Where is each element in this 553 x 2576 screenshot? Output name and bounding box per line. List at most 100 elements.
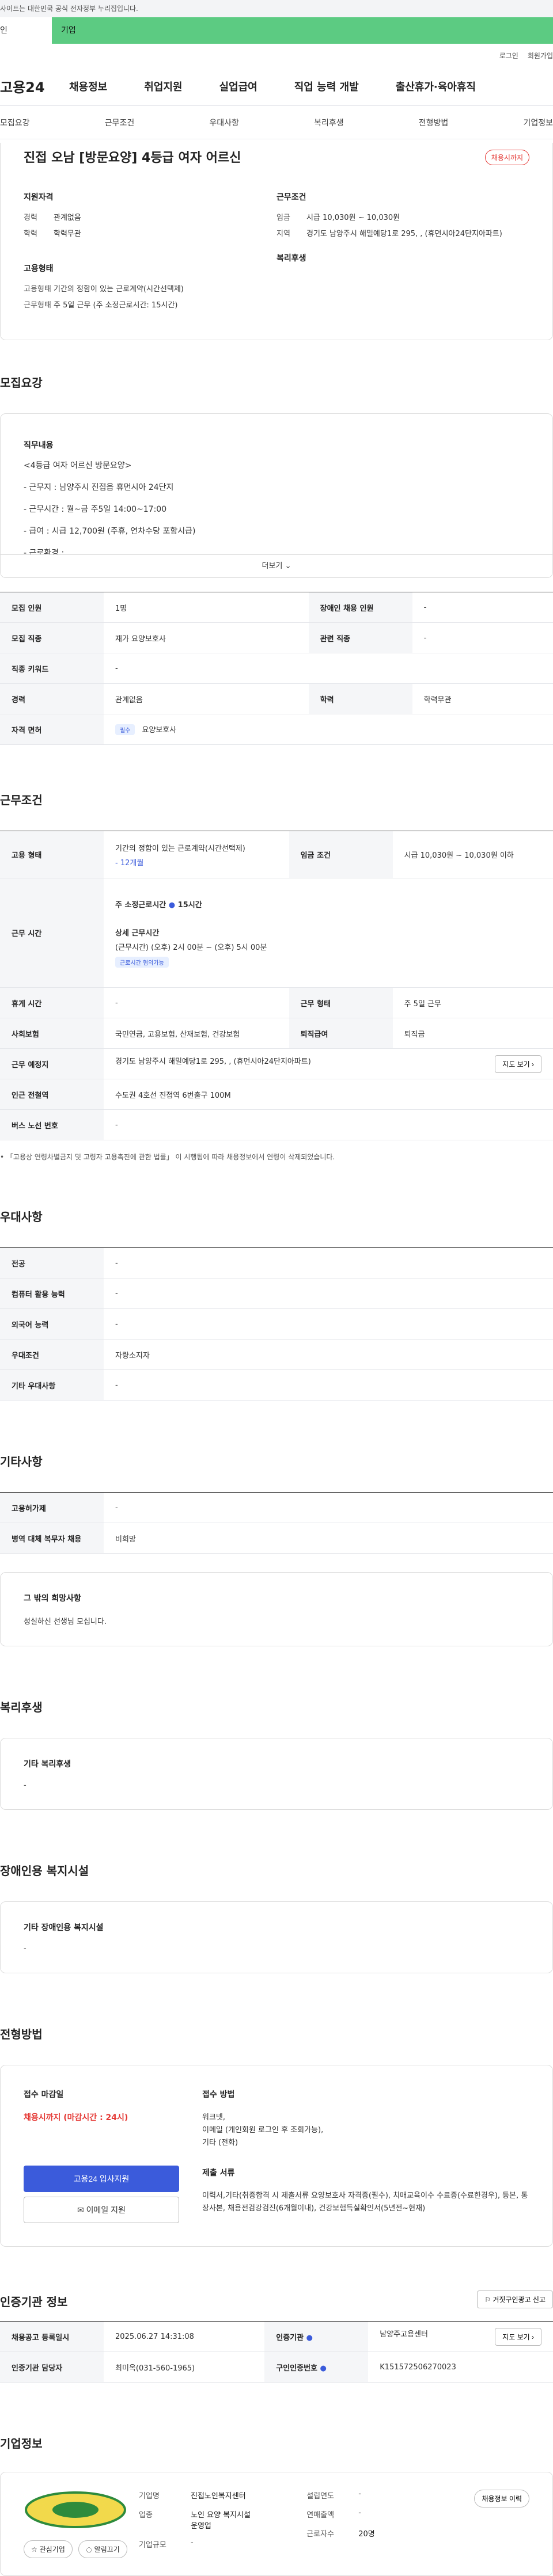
row-label: 버스 노선 번호 bbox=[0, 1109, 104, 1140]
gov-notice-text: 사이트는 대한민국 공식 전자정부 누리집입니다. bbox=[0, 5, 138, 13]
favorite-company-button[interactable]: ☆ 관심기업 bbox=[24, 2540, 73, 2558]
chevron-down-icon: ⌄ bbox=[285, 562, 291, 570]
gnb-jobs[interactable]: 채용정보 bbox=[69, 79, 107, 94]
gnb-parental-leave[interactable]: 출산휴가·육아휴직 bbox=[396, 79, 476, 94]
row-label: 병역 대체 복무자 채용 bbox=[0, 1523, 104, 1554]
utility-menu: 로그인 회원가입 bbox=[0, 44, 553, 67]
emp-title: 고용형태 bbox=[24, 264, 54, 273]
join-link[interactable]: 회원가입 bbox=[528, 51, 553, 60]
table-row: 근무 예정지 경기도 남양주시 해밀예당1로 295, , (휴먼시아24단지아파… bbox=[0, 1048, 553, 1079]
gnb-employment-support[interactable]: 취업지원 bbox=[144, 79, 182, 94]
row-label: 외국어 능력 bbox=[0, 1308, 104, 1340]
license-value: 요양보호사 bbox=[142, 726, 177, 735]
hours-detail-title: 상세 근무시간 bbox=[115, 929, 160, 938]
etc-wish-value: 성실하신 선생님 모십니다. bbox=[24, 1618, 107, 1626]
recruit-table: 모집 인원 1명 장애인 채용 인원 - 모집 직종 재가 요양보호사 관련 직종 - 직종… bbox=[0, 592, 553, 745]
row-label: 전공 bbox=[0, 1247, 104, 1279]
row-value: 관계없음 bbox=[104, 683, 309, 714]
row-value: 국민연금, 고용보험, 산재보험, 건강보험 bbox=[104, 1018, 289, 1049]
disab-box: 기타 장애인용 복지시설 - bbox=[0, 1901, 553, 1973]
row-label: 컴퓨터 활용 능력 bbox=[0, 1278, 104, 1309]
row-label: 자격 면허 bbox=[0, 714, 104, 745]
info-icon[interactable]: ● bbox=[169, 901, 175, 910]
method-line: 이메일 (개인회원 로그인 후 조회가능), bbox=[202, 2126, 324, 2134]
chevron-right-icon: › bbox=[532, 2333, 534, 2341]
table-row: 전공 - bbox=[0, 1247, 553, 1279]
row-label: 인증기관 담당자 bbox=[0, 2351, 104, 2383]
cert-map-button[interactable]: 지도 보기 › bbox=[495, 2327, 541, 2346]
row-value: - bbox=[104, 1308, 553, 1340]
cond-region-value: 경기도 남양주시 해밀예당1로 295, , (휴먼시아24단지아파트) bbox=[306, 230, 502, 238]
company-name-label: 기업명 bbox=[139, 2492, 160, 2501]
row-value: - bbox=[104, 1247, 553, 1279]
age-notice: • 「고용상 연령차별금지 및 고령자 고용촉진에 관한 법률」 이 시행됨에 … bbox=[0, 1153, 335, 1161]
table-row: 병역 대체 복무자 채용 비희망 bbox=[0, 1523, 553, 1554]
row-value: 자량소지자 bbox=[104, 1339, 553, 1370]
anchor-work[interactable]: 근무조건 bbox=[105, 117, 135, 128]
etc-wish-box: 그 밖의 희망사항 성실하신 선생님 모십니다. bbox=[0, 1572, 553, 1646]
info-icon[interactable]: ● bbox=[320, 2364, 327, 2373]
map-view-button[interactable]: 지도 보기 › bbox=[495, 1055, 541, 1073]
email-apply-button[interactable]: ✉ 이메일 지원 bbox=[24, 2197, 179, 2223]
table-row: 버스 노선 번호 - bbox=[0, 1109, 553, 1140]
disab-section-title: 장애인용 복지시설 bbox=[0, 1864, 89, 1878]
table-row: 인증기관 담당자 최미옥(031-560-1965) 구인인증번호 ● K151572… bbox=[0, 2351, 553, 2383]
method-line: 워크넷, bbox=[202, 2113, 226, 2122]
welfare-box: 기타 복리후생 - bbox=[0, 1738, 553, 1810]
row-label: 구인인증번호 ● bbox=[264, 2351, 369, 2383]
apply-button[interactable]: 고용24 입사지원 bbox=[24, 2166, 179, 2192]
row-value: 퇴직금 bbox=[392, 1018, 553, 1049]
table-row: 기타 우대사항 - bbox=[0, 1369, 553, 1401]
emp-form-value: 주 5일 근무 (주 소정근로시간: 15시간) bbox=[54, 301, 178, 310]
emp-form-label: 근무형태 bbox=[24, 301, 51, 310]
gnb-unemployment-benefit[interactable]: 실업급여 bbox=[219, 79, 257, 94]
table-row: 자격 면허 필수 요양보호사 bbox=[0, 714, 553, 745]
row-label: 모집 직종 bbox=[0, 622, 104, 653]
company-sales-value: - bbox=[358, 2509, 361, 2517]
job-summary-card: 진접 오남 [방문요양] 4등급 여자 어르신 채용시까지 지원자격 경력 관계없… bbox=[0, 143, 553, 340]
hours-main-value: 15시간 bbox=[177, 900, 202, 910]
row-value: 남양주고용센터 지도 보기 › bbox=[368, 2321, 553, 2352]
job-history-button[interactable]: 채용정보 이력 bbox=[474, 2490, 530, 2507]
qual-edu-value: 학력무관 bbox=[54, 230, 81, 238]
site-logo[interactable]: 고용24 bbox=[0, 76, 69, 96]
row-label: 근무 시간 bbox=[0, 878, 104, 988]
row-value: - bbox=[104, 1109, 553, 1140]
etc-wish-title: 그 밖의 희망사항 bbox=[24, 1594, 81, 1603]
company-employees-label: 근로자수 bbox=[306, 2530, 335, 2539]
anchor-pref[interactable]: 우대사항 bbox=[209, 117, 239, 128]
anchor-company[interactable]: 기업정보 bbox=[523, 117, 553, 128]
company-section-title: 기업정보 bbox=[0, 2437, 43, 2451]
qual-career-value: 관계없음 bbox=[54, 214, 81, 222]
row-label: 경력 bbox=[0, 683, 104, 714]
emp-period: - 12개월 bbox=[115, 858, 144, 867]
process-box: 접수 마감일 채용시까지 (마감시간 : 24시) 고용24 입사지원 ✉ 이메… bbox=[0, 2065, 553, 2247]
company-employees-value: 20명 bbox=[358, 2530, 375, 2539]
anchor-welfare[interactable]: 복리후생 bbox=[314, 117, 344, 128]
row-label: 채용공고 등록일시 bbox=[0, 2321, 104, 2352]
deadline-value: 채용시까지 (마감시간 : 24시) bbox=[24, 2113, 128, 2122]
table-row: 컴퓨터 활용 능력 - bbox=[0, 1278, 553, 1309]
row-value: 경기도 남양주시 해밀예당1로 295, , (휴먼시아24단지아파트) 지도 보… bbox=[104, 1048, 553, 1079]
info-icon[interactable]: ● bbox=[306, 2334, 313, 2342]
row-value: - bbox=[412, 622, 553, 653]
anchor-recruit[interactable]: 모집요강 bbox=[0, 117, 30, 128]
row-value: - bbox=[104, 1369, 553, 1401]
alarm-off-button[interactable]: ◌ 알림끄기 bbox=[78, 2540, 127, 2558]
company-logo bbox=[25, 2491, 126, 2528]
anchor-process[interactable]: 전형방법 bbox=[419, 117, 449, 128]
job-description-line: <4등급 여자 어르신 방문요양> bbox=[24, 461, 132, 470]
row-label: 사회보험 bbox=[0, 1018, 104, 1049]
gnb-vocational-training[interactable]: 직업 능력 개발 bbox=[294, 79, 359, 94]
row-value: 2025.06.27 14:31:08 bbox=[104, 2321, 265, 2352]
report-false-ad-button[interactable]: ⚐ 거짓구인광고 신고 bbox=[477, 2290, 553, 2308]
cert-section-title: 인증기관 정보 bbox=[0, 2295, 68, 2309]
tab-company[interactable]: 기업 bbox=[52, 17, 553, 44]
welfare-box-value: - bbox=[24, 1781, 26, 1790]
row-value: 1명 bbox=[104, 592, 309, 623]
tab-individual[interactable]: 인 bbox=[0, 17, 52, 44]
more-button[interactable]: 더보기 ⌄ bbox=[1, 554, 552, 577]
login-link[interactable]: 로그인 bbox=[499, 51, 518, 60]
chevron-right-icon: › bbox=[532, 1060, 534, 1068]
disab-box-value: - bbox=[24, 1945, 26, 1953]
